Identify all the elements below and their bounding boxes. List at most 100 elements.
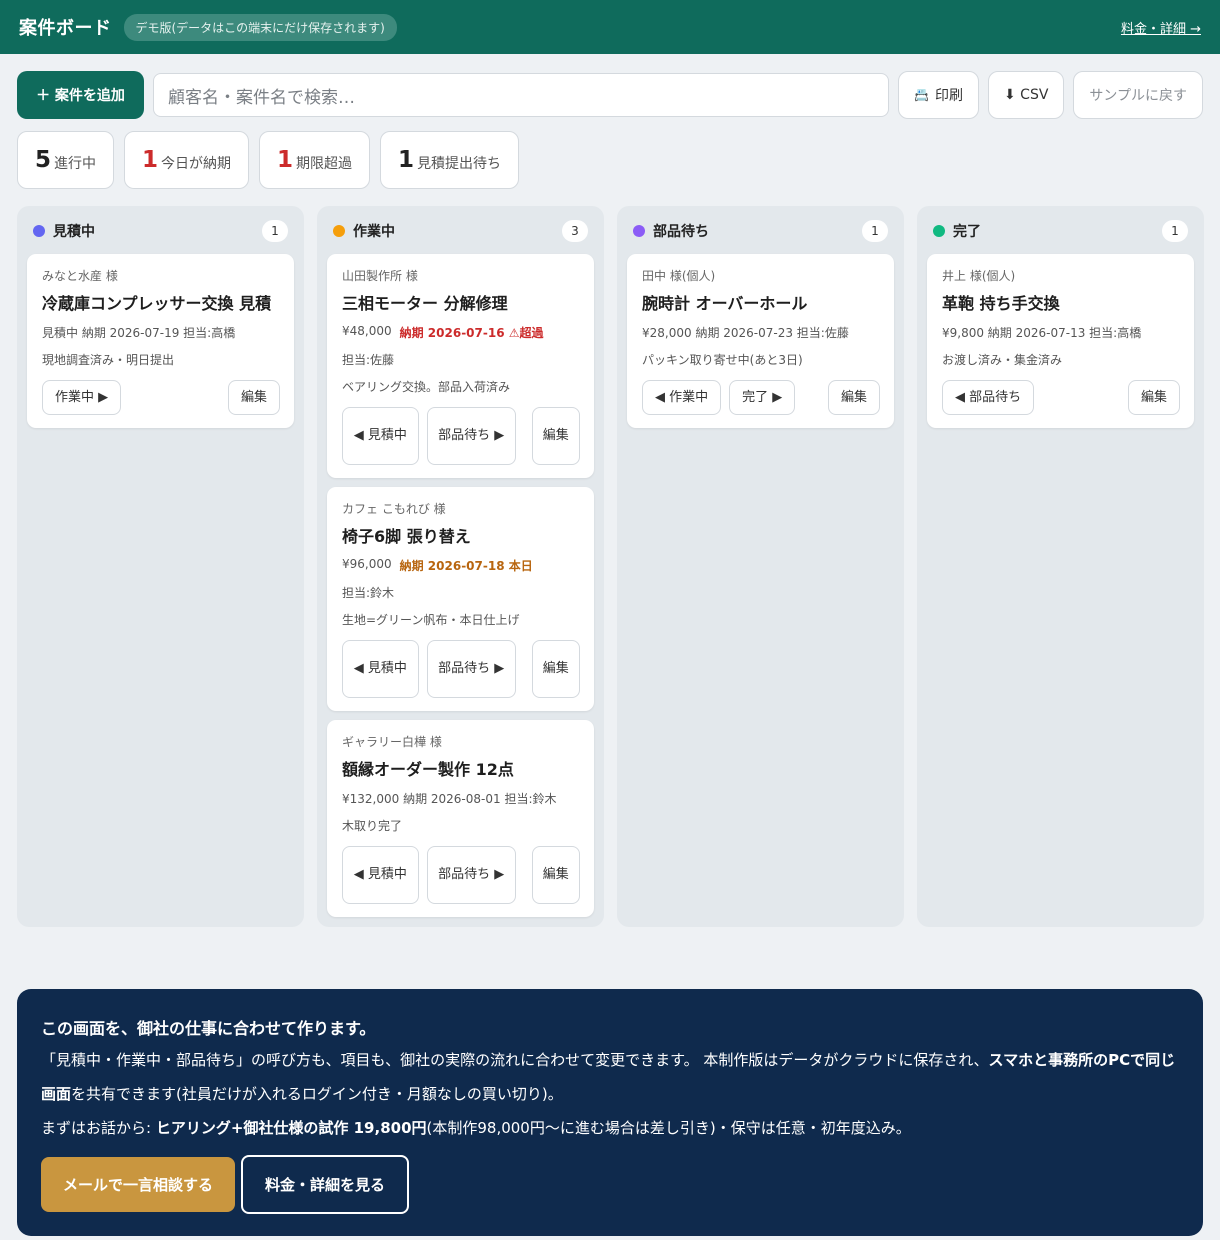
card-meta: ¥96,000 納期 2026-07-18 本日 (342, 557, 580, 574)
edit-button[interactable]: 編集 (531, 846, 580, 904)
card-customer: みなと水産 様 (42, 269, 118, 283)
edit-button[interactable]: 編集 (531, 640, 580, 698)
column-title: 見積中 (53, 223, 95, 240)
edit-button[interactable]: 編集 (227, 380, 280, 415)
column-header: 部品待ち 1 (627, 216, 894, 245)
print-button[interactable]: 📇 印刷 (898, 71, 979, 119)
column-title: 部品待ち (653, 223, 709, 240)
move-prev-button[interactable]: ◀ 見積中 (342, 407, 419, 465)
csv-button[interactable]: ⬇ CSV (987, 71, 1065, 119)
add-case-button[interactable]: ＋ 案件を追加 (17, 71, 144, 119)
card-customer: 山田製作所 様 (342, 269, 418, 283)
card-meta: ¥48,000 納期 2026-07-16 ⚠超過 (342, 324, 580, 341)
card-actions: ◀ 見積中 部品待ち ▶ 編集 (342, 407, 580, 465)
edit-button[interactable]: 編集 (531, 407, 580, 465)
card-customer: 田中 様(個人) (642, 269, 716, 283)
card-assignee: 担当:佐藤 (342, 353, 395, 367)
card-meta: ¥9,800 納期 2026-07-13 担当:高橋 (942, 326, 1142, 340)
move-next-button[interactable]: 部品待ち ▶ (426, 640, 516, 698)
cta-headline: この画面を、御社の仕事に合わせて作ります。 (41, 1019, 376, 1038)
card-title: 腕時計 オーバーホール (642, 294, 808, 313)
card-title: 冷蔵庫コンプレッサー交換 見積 (42, 294, 272, 313)
status-dot (33, 224, 45, 237)
card-meta: 見積中 納期 2026-07-19 担当:高橋 (42, 326, 236, 340)
case-card[interactable]: カフェ こもれび 様 椅子6脚 張り替え ¥96,000 納期 2026-07-… (327, 487, 594, 711)
card-due: 納期 2026-07-16 ⚠超過 (399, 326, 544, 340)
move-next-button[interactable]: 完了 ▶ (729, 380, 796, 415)
stat-label: 今日が納期 (161, 155, 232, 172)
card-customer: 井上 様(個人) (942, 269, 1016, 283)
column: 見積中 1 みなと水産 様 冷蔵庫コンプレッサー交換 見積 見積中 納期 202… (17, 206, 304, 927)
move-prev-button[interactable]: ◀ 部品待ち (942, 380, 1035, 415)
card-note: お渡し済み・集金済み (942, 353, 1063, 367)
card-actions: ◀ 部品待ち 編集 (942, 380, 1180, 415)
card-title: 椅子6脚 張り替え (342, 527, 471, 546)
column-count-badge: 1 (862, 219, 888, 242)
move-prev-button[interactable]: ◀ 作業中 (642, 380, 722, 415)
cta-text: (本制作98,000円〜に進む場合は差し引き)・保守は任意・初年度込み。 (426, 1119, 911, 1137)
stat-count: 1 (142, 147, 159, 173)
move-next-button[interactable]: 作業中 ▶ (42, 380, 122, 415)
mail-consult-button[interactable]: メールで一言相談する (41, 1157, 236, 1212)
card-actions: 作業中 ▶ 編集 (42, 380, 280, 415)
card-price: ¥48,000 (342, 324, 392, 338)
column: 部品待ち 1 田中 様(個人) 腕時計 オーバーホール ¥28,000 納期 2… (617, 206, 904, 927)
move-prev-button[interactable]: ◀ 見積中 (342, 846, 419, 904)
status-dot (333, 224, 345, 237)
pricing-detail-button[interactable]: 料金・詳細を見る (241, 1155, 410, 1214)
case-card[interactable]: みなと水産 様 冷蔵庫コンプレッサー交換 見積 見積中 納期 2026-07-1… (27, 254, 294, 428)
cta-text: を共有できます(社員だけが入れるログイン付き・月額なしの買い切り)。 (71, 1085, 563, 1103)
edit-button[interactable]: 編集 (827, 380, 880, 415)
column-count-badge: 1 (1162, 219, 1188, 242)
stat-count: 5 (35, 147, 52, 173)
stat-label: 期限超過 (296, 155, 353, 172)
card-meta: ¥132,000 納期 2026-08-01 担当:鈴木 (342, 792, 557, 806)
stat-label: 見積提出待ち (417, 155, 502, 172)
card-meta: ¥28,000 納期 2026-07-23 担当:佐藤 (642, 326, 849, 340)
stat-card: 5 進行中 (17, 131, 115, 189)
case-card[interactable]: 山田製作所 様 三相モーター 分解修理 ¥48,000 納期 2026-07-1… (327, 254, 594, 478)
card-customer: ギャラリー白樺 様 (342, 735, 442, 749)
card-note: ベアリング交換。部品入荷済み (342, 380, 511, 394)
reset-sample-button[interactable]: サンプルに戻す (1073, 71, 1203, 119)
column-count-badge: 1 (262, 219, 288, 242)
cta-emphasis: ヒアリング+御社仕様の試作 19,800円 (155, 1119, 427, 1137)
pricing-link[interactable]: 料金・詳細 → (1121, 18, 1201, 37)
app-header: 案件ボード デモ版(データはこの端末にだけ保存されます) 料金・詳細 → (0, 0, 1220, 54)
stat-card: 1 期限超過 (259, 131, 371, 189)
print-label: 印刷 (934, 88, 963, 104)
card-price: ¥96,000 (342, 557, 392, 571)
demo-badge: デモ版(データはこの端末にだけ保存されます) (123, 13, 397, 41)
case-card[interactable]: ギャラリー白樺 様 額縁オーダー製作 12点 ¥132,000 納期 2026-… (327, 720, 594, 917)
column-header: 作業中 3 (327, 216, 594, 245)
case-card[interactable]: 田中 様(個人) 腕時計 オーバーホール ¥28,000 納期 2026-07-… (627, 254, 894, 428)
card-note: 生地=グリーン帆布・本日仕上げ (342, 613, 520, 627)
app-title: 案件ボード (19, 18, 112, 39)
card-actions: ◀ 見積中 部品待ち ▶ 編集 (342, 640, 580, 698)
card-title: 三相モーター 分解修理 (342, 294, 508, 313)
case-card[interactable]: 井上 様(個人) 革鞄 持ち手交換 ¥9,800 納期 2026-07-13 担… (927, 254, 1194, 428)
cta-body: 「見積中・作業中・部品待ち」の呼び方も、項目も、御社の実際の流れに合わせて変更で… (41, 1043, 1179, 1145)
card-actions: ◀ 作業中 完了 ▶ 編集 (642, 380, 880, 415)
card-assignee: 担当:鈴木 (342, 586, 395, 600)
card-title: 額縁オーダー製作 12点 (342, 760, 514, 779)
print-icon: 📇 (914, 88, 929, 102)
search-input[interactable]: 顧客名・案件名で検索… (153, 73, 890, 117)
card-note: 木取り完了 (342, 819, 403, 833)
cta-text: まずはお話から: (41, 1119, 156, 1137)
move-next-button[interactable]: 部品待ち ▶ (426, 846, 516, 904)
status-dot (933, 224, 945, 237)
edit-button[interactable]: 編集 (1127, 380, 1180, 415)
move-next-button[interactable]: 部品待ち ▶ (426, 407, 516, 465)
stat-count: 1 (277, 147, 294, 173)
column: 作業中 3 山田製作所 様 三相モーター 分解修理 ¥48,000 納期 202… (317, 206, 604, 927)
stat-card: 1 今日が納期 (124, 131, 250, 189)
move-prev-button[interactable]: ◀ 見積中 (342, 640, 419, 698)
card-actions: ◀ 見積中 部品待ち ▶ 編集 (342, 846, 580, 904)
column-count-badge: 3 (562, 219, 588, 242)
stat-label: 進行中 (54, 155, 97, 172)
stats-bar: 5 進行中 1 今日が納期 1 期限超過 1 見積提出待ち (17, 131, 520, 189)
column-title: 作業中 (353, 223, 395, 240)
card-note: 現地調査済み・明日提出 (42, 353, 175, 367)
column-title: 完了 (953, 223, 981, 240)
